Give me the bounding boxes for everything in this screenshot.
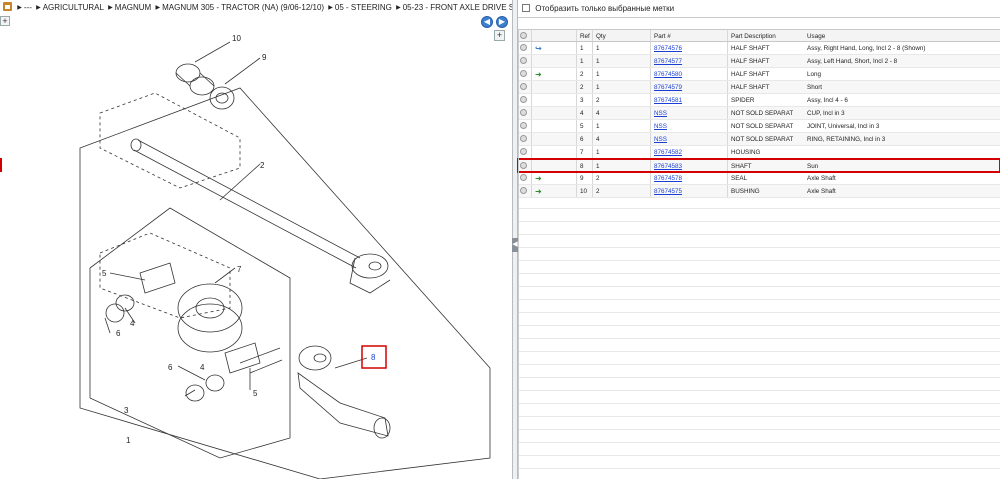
- callout-7[interactable]: 7: [237, 265, 242, 274]
- breadcrumb-item[interactable]: ▶ ---: [17, 3, 32, 12]
- panel-border: [518, 29, 1000, 479]
- callout-9[interactable]: 9: [262, 53, 267, 62]
- filter-bar: Отобразить только выбранные метки: [518, 0, 1000, 18]
- selection-marker: [0, 158, 2, 172]
- callout-4[interactable]: 4: [130, 319, 135, 328]
- seal-group-outline: [99, 92, 241, 189]
- bushing-part[interactable]: [175, 63, 201, 83]
- callout-10[interactable]: 10: [232, 34, 241, 43]
- callout-8[interactable]: 8: [371, 353, 376, 362]
- breadcrumb-item[interactable]: ▶ 05 - STEERING: [328, 3, 392, 12]
- callout-6b[interactable]: 6: [168, 363, 173, 372]
- app-window: ▶ --- ▶ AGRICULTURAL ▶ MAGNUM ▶ MAGNUM 305 -…: [0, 0, 1000, 479]
- callout-5b[interactable]: 5: [253, 389, 258, 398]
- callout-6[interactable]: 6: [116, 329, 121, 338]
- callout-2[interactable]: 2: [260, 161, 265, 170]
- breadcrumb-item[interactable]: ▶ AGRICULTURAL: [36, 3, 104, 12]
- callout-3[interactable]: 3: [124, 406, 129, 415]
- callout-1[interactable]: 1: [126, 436, 131, 445]
- breadcrumb-item[interactable]: ▶ MAGNUM 305 - TRACTOR (NA) (9/06-12/10): [155, 3, 324, 12]
- cup-part[interactable]: [205, 374, 225, 392]
- ring-part[interactable]: [105, 303, 125, 323]
- housing-part[interactable]: [177, 283, 243, 333]
- show-selected-checkbox[interactable]: [522, 4, 530, 12]
- breadcrumb-item[interactable]: ▶05-23 - FRONT AXLE DRIVE SHAFTS - CLAS.…: [396, 3, 512, 12]
- bushing-part[interactable]: [189, 76, 215, 96]
- home-icon[interactable]: [3, 2, 12, 11]
- show-selected-label: Отобразить только выбранные метки: [535, 4, 675, 13]
- parts-diagram[interactable]: 10 9 2 5 7 4 6 5 6 4 8 3 1: [10, 18, 510, 479]
- breadcrumb: ▶ --- ▶ AGRICULTURAL ▶ MAGNUM ▶ MAGNUM 305 -…: [0, 0, 512, 16]
- parts-list-panel: Отобразить только выбранные метки Ref Qt…: [517, 0, 1000, 479]
- zoom-in-button[interactable]: +: [0, 16, 10, 26]
- spider-part[interactable]: [224, 342, 261, 374]
- spider-part[interactable]: [139, 262, 176, 294]
- half-shaft-part[interactable]: [133, 139, 361, 269]
- breadcrumb-item[interactable]: ▶ MAGNUM: [108, 3, 151, 12]
- callout-5[interactable]: 5: [102, 269, 107, 278]
- ring-part[interactable]: [185, 384, 205, 402]
- assembly-outline: [79, 87, 491, 479]
- callout-4b[interactable]: 4: [200, 363, 205, 372]
